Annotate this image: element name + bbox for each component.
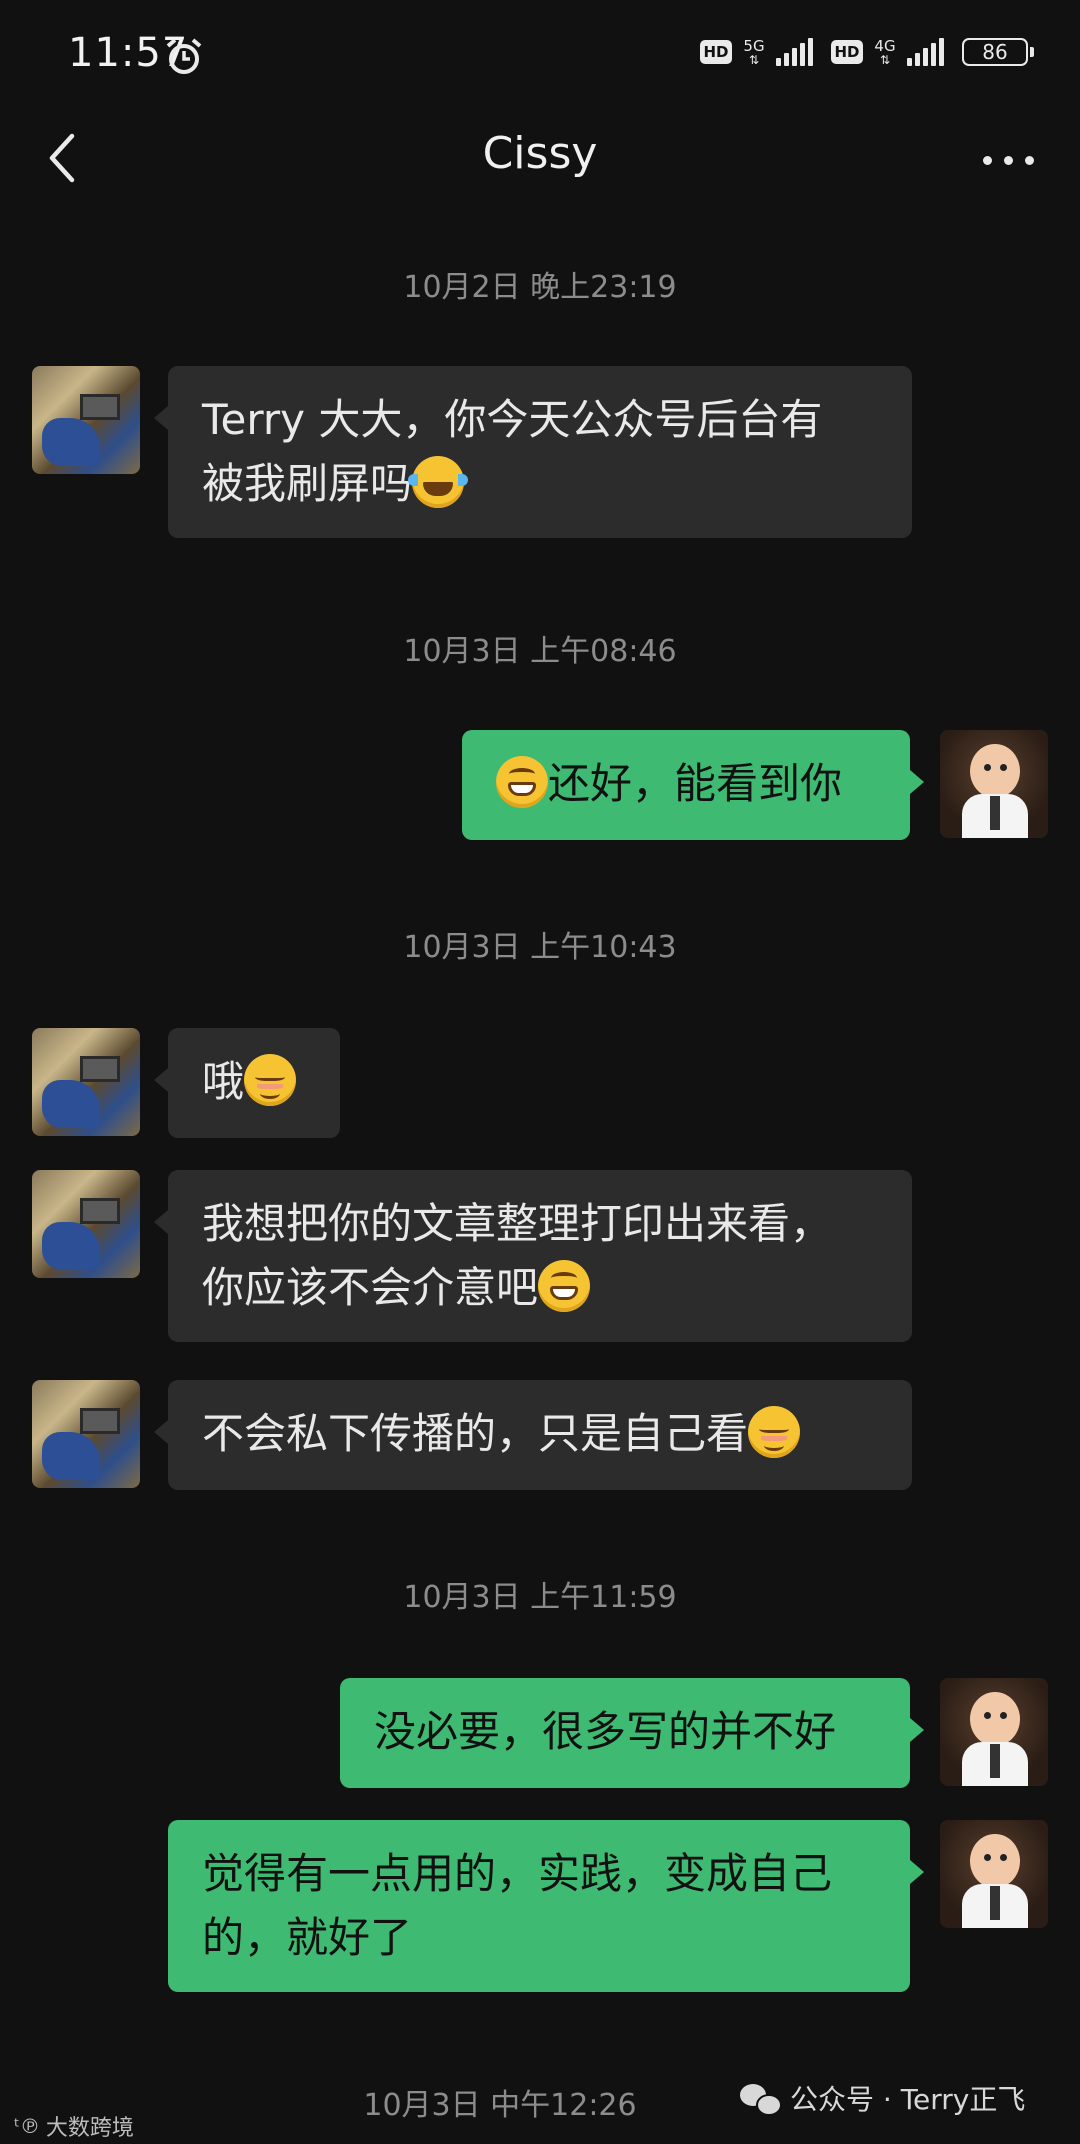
chat-header: Cissy: [0, 110, 1080, 206]
grinning-emoji-icon: [496, 756, 548, 808]
message-outgoing[interactable]: 还好，能看到你: [462, 730, 924, 840]
message-incoming[interactable]: 不会私下传播的，只是自己看: [154, 1380, 912, 1490]
timestamp: 10月2日 晚上23:19: [403, 270, 677, 305]
contact-avatar[interactable]: [32, 1028, 140, 1136]
watermark: 公众号 · Terry正飞: [740, 2078, 1025, 2118]
message-outgoing[interactable]: 没必要，很多写的并不好: [340, 1678, 924, 1788]
tears-of-joy-emoji-icon: [408, 456, 469, 508]
alarm-clock-icon: [166, 38, 202, 74]
signal-bars-icon: [907, 38, 944, 66]
own-avatar[interactable]: [940, 1820, 1048, 1928]
timestamp: 10月3日 上午08:46: [403, 634, 677, 669]
hd-badge: HD: [700, 40, 732, 64]
status-indicators: HD 5G ⇅ HD 4G ⇅ 86: [700, 36, 1034, 67]
contact-avatar[interactable]: [32, 1170, 140, 1278]
message-incoming[interactable]: 哦: [154, 1028, 340, 1138]
status-bar: 11:57 HD 5G ⇅ HD 4G ⇅ 86: [0, 0, 1080, 110]
corner-logo: ᵗ℗ 大数跨境: [14, 2114, 134, 2141]
chat-title: Cissy: [482, 128, 598, 179]
signal-bars-icon: [776, 38, 813, 66]
battery-icon: 86: [962, 38, 1034, 66]
network-5g: 5G ⇅: [743, 36, 765, 67]
grinning-emoji-icon: [538, 1260, 591, 1312]
data-arrows-icon: ⇅: [748, 52, 760, 67]
contact-avatar[interactable]: [32, 1380, 140, 1488]
data-arrows-icon: ⇅: [879, 52, 891, 67]
hd-badge: HD: [831, 40, 863, 64]
timestamp: 10月3日 上午10:43: [403, 930, 677, 965]
message-outgoing[interactable]: 觉得有一点用的，实践，变成自己 的，就好了: [168, 1820, 924, 1992]
own-avatar[interactable]: [940, 1678, 1048, 1786]
contact-avatar[interactable]: [32, 366, 140, 474]
relieved-emoji-icon: [748, 1406, 801, 1458]
timestamp: 10月3日 上午11:59: [403, 1580, 677, 1615]
logo-mark-icon: ᵗ℗: [14, 2114, 40, 2138]
more-options-icon[interactable]: [983, 156, 1034, 165]
relieved-emoji-icon: [244, 1054, 297, 1106]
own-avatar[interactable]: [940, 730, 1048, 838]
network-4g: 4G ⇅: [874, 36, 896, 67]
message-incoming[interactable]: Terry 大大，你今天公众号后台有 被我刷屏吗: [154, 366, 912, 538]
message-incoming[interactable]: 我想把你的文章整理打印出来看， 你应该不会介意吧: [154, 1170, 912, 1342]
wechat-icon: [740, 2082, 782, 2116]
